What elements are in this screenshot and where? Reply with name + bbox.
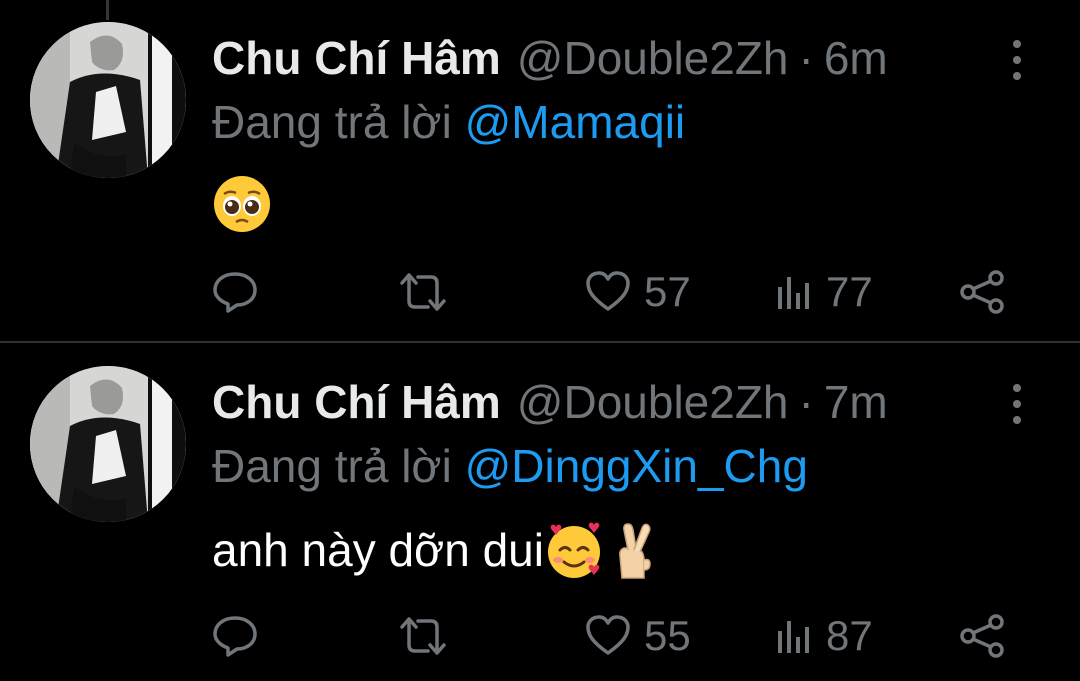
separator-dot: · (798, 376, 814, 428)
tweet-actions: 55 87 (0, 606, 1080, 666)
like-count: 57 (644, 268, 691, 315)
share-icon (960, 614, 1004, 658)
views-icon (778, 621, 809, 653)
views-icon (778, 277, 809, 309)
replying-to: Đang trả lời @DinggXin_Chg (212, 438, 808, 494)
avatar[interactable] (30, 366, 186, 522)
like-icon (586, 271, 630, 311)
reply-mention-link[interactable]: @Mamaqii (465, 96, 686, 148)
separator-dot: · (798, 32, 814, 84)
like-button[interactable]: 55 (584, 606, 691, 666)
user-handle[interactable]: @Double2Zh (517, 30, 789, 86)
retweet-button[interactable] (396, 606, 450, 666)
user-handle[interactable]: @Double2Zh (517, 374, 789, 430)
tweet-actions: 57 77 (0, 262, 1080, 322)
tweet-text: anh này dỡn dui (212, 520, 664, 580)
reply-button[interactable] (212, 262, 258, 322)
tweet-text-content: anh này dỡn dui (212, 524, 544, 576)
reply-icon (213, 272, 257, 313)
share-button[interactable] (958, 606, 1006, 666)
tweet-header: Chu Chí Hâm @Double2Zh · 6m (212, 30, 888, 86)
reply-button[interactable] (212, 606, 258, 666)
share-button[interactable] (958, 262, 1006, 322)
crossed-fingers-emoji (619, 523, 651, 579)
tweet-divider (0, 341, 1080, 343)
more-icon[interactable] (1008, 40, 1026, 80)
avatar[interactable] (30, 22, 186, 178)
smiling-face-with-hearts-emoji (547, 522, 600, 578)
views-count: 87 (826, 612, 873, 659)
like-count: 55 (644, 612, 691, 659)
retweet-icon (400, 617, 446, 655)
more-icon[interactable] (1008, 384, 1026, 424)
replying-to: Đang trả lời @Mamaqii (212, 94, 685, 150)
reply-icon (213, 616, 257, 657)
views-button[interactable]: 87 (774, 606, 873, 666)
retweet-button[interactable] (396, 262, 450, 322)
tweet[interactable]: Chu Chí Hâm @Double2Zh · 7m Đang trả lời… (0, 344, 1080, 681)
like-button[interactable]: 57 (584, 262, 691, 322)
tweet-header: Chu Chí Hâm @Double2Zh · 7m (212, 374, 888, 430)
display-name[interactable]: Chu Chí Hâm (212, 30, 501, 86)
retweet-icon (400, 273, 446, 311)
timestamp[interactable]: 7m (824, 374, 888, 430)
pleading-face-emoji (214, 176, 270, 232)
tweet-text (212, 174, 272, 234)
display-name[interactable]: Chu Chí Hâm (212, 374, 501, 430)
tweet[interactable]: Chu Chí Hâm @Double2Zh · 6m Đang trả lời… (0, 0, 1080, 342)
reply-mention-link[interactable]: @DinggXin_Chg (465, 440, 808, 492)
timestamp[interactable]: 6m (824, 30, 888, 86)
views-count: 77 (826, 268, 873, 315)
replying-to-label: Đang trả lời (212, 96, 452, 148)
share-icon (960, 270, 1004, 314)
like-icon (586, 615, 630, 655)
views-button[interactable]: 77 (774, 262, 873, 322)
replying-to-label: Đang trả lời (212, 440, 452, 492)
